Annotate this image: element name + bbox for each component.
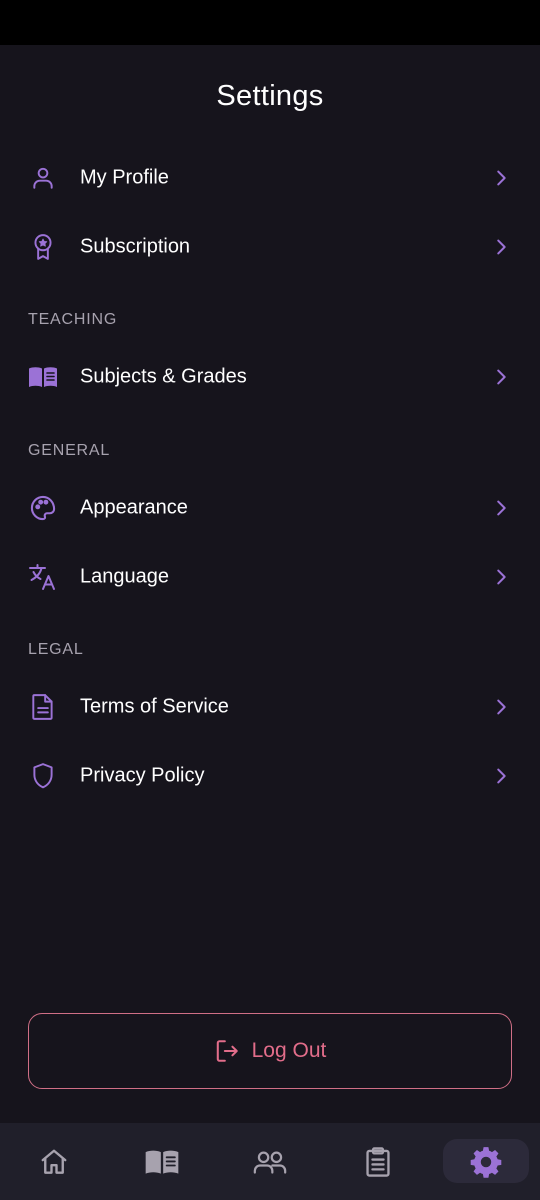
settings-item-label: Subjects & Grades (80, 365, 247, 387)
settings-item-appearance[interactable]: Appearance (0, 473, 540, 542)
section-header-legal: LEGAL (28, 641, 84, 658)
home-icon (41, 1149, 67, 1174)
settings-item-subscription[interactable]: Subscription (0, 212, 540, 281)
user-icon (28, 163, 58, 193)
settings-item-label: Terms of Service (80, 695, 229, 717)
status-bar (0, 0, 540, 45)
chevron-right-icon (497, 768, 506, 783)
chevron-right-icon (497, 699, 506, 714)
shield-icon (28, 761, 58, 791)
page-title: Settings (216, 80, 324, 112)
award-icon (28, 232, 58, 262)
section-header-teaching: TEACHING (28, 311, 118, 328)
nav-students[interactable] (216, 1123, 324, 1200)
logout-icon (216, 1040, 238, 1062)
nav-assignments[interactable] (324, 1123, 432, 1200)
book-icon (28, 362, 58, 392)
nav-settings[interactable] (432, 1123, 540, 1200)
nav-home[interactable] (0, 1123, 108, 1200)
clipboard-icon (366, 1146, 390, 1177)
settings-item-label: My Profile (80, 166, 169, 188)
book-icon (145, 1150, 179, 1174)
chevron-right-icon (497, 369, 506, 384)
chevron-right-icon (497, 239, 506, 254)
settings-item-label: Privacy Policy (80, 764, 205, 786)
settings-item-terms-of-service[interactable]: Terms of Service (0, 672, 540, 741)
settings-item-my-profile[interactable]: My Profile (0, 143, 540, 212)
chevron-right-icon (497, 500, 506, 515)
document-icon (28, 692, 58, 722)
chevron-right-icon (497, 170, 506, 185)
settings-item-privacy-policy[interactable]: Privacy Policy (0, 741, 540, 810)
users-icon (253, 1151, 287, 1174)
bottom-navigation (0, 1123, 540, 1200)
chevron-right-icon (497, 569, 506, 584)
settings-item-label: Subscription (80, 235, 191, 257)
gear-icon (470, 1146, 502, 1178)
logout-button[interactable]: Log Out (28, 1013, 512, 1089)
settings-item-language[interactable]: Language (0, 542, 540, 611)
section-header-general: GENERAL (28, 442, 111, 459)
settings-item-subjects-grades[interactable]: Subjects & Grades (0, 342, 540, 411)
settings-item-label: Appearance (80, 496, 188, 518)
palette-icon (28, 493, 58, 523)
nav-subjects[interactable] (108, 1123, 216, 1200)
translate-icon (28, 562, 58, 592)
logout-label: Log Out (251, 1039, 327, 1062)
settings-screen: Settings My Profile Subscription TEACHIN… (0, 0, 540, 1200)
settings-item-label: Language (80, 565, 169, 587)
